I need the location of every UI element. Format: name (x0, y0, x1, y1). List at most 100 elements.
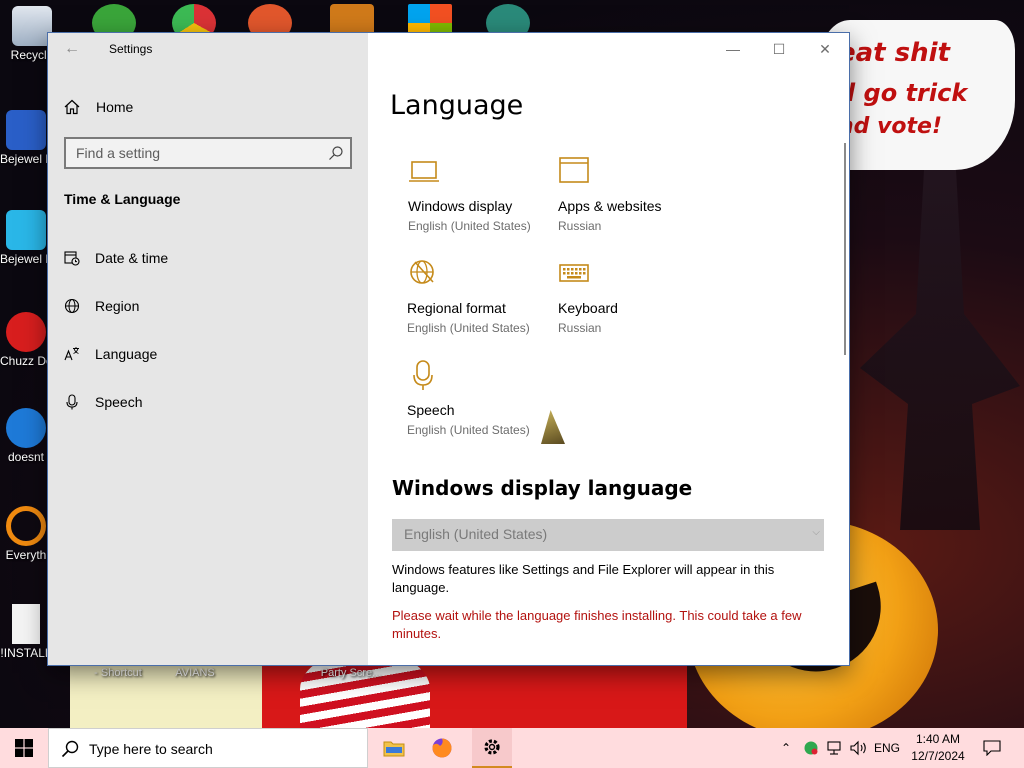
taskbar-file-explorer[interactable] (374, 728, 414, 768)
taskbar-firefox[interactable] (422, 728, 462, 768)
sidebar-item-region[interactable]: Region (64, 294, 139, 318)
desktop-icon-label: Everyth (5, 548, 47, 562)
sidebar-home[interactable]: Home (64, 95, 133, 119)
page-title: Language (390, 90, 524, 121)
dropdown-value: English (United States) (404, 526, 548, 542)
sidebar-item-label: Speech (95, 394, 143, 410)
recycle-bin-icon (12, 6, 52, 46)
taskbar-settings[interactable] (472, 728, 512, 768)
clock-time: 1:40 AM (915, 732, 961, 746)
network-icon (827, 741, 841, 755)
taskbar-search-box[interactable]: Type here to search (48, 728, 368, 768)
desktop-icon-bejeweled-2[interactable]: Bejewel Delux (0, 210, 52, 266)
settings-sidebar: ← Settings Home Time & Language Date & (48, 33, 368, 665)
windows-logo-icon (15, 739, 33, 757)
tile-speech[interactable]: Speech English (United States) (407, 359, 557, 449)
sidebar-item-label: Date & time (95, 250, 169, 266)
tray-app-icon[interactable] (800, 728, 822, 768)
desktop-icon-doesnt[interactable]: doesnt (0, 408, 52, 464)
network-button[interactable] (824, 728, 846, 768)
settings-content: — ☐ ✕ Language Windows display English (… (368, 33, 849, 665)
tile-label: Speech (407, 402, 455, 418)
back-arrow-icon[interactable]: ← (64, 39, 84, 59)
home-icon (64, 99, 80, 115)
microphone-icon (413, 360, 433, 390)
desktop-icon-label: Bejewel Delux (0, 152, 52, 166)
volume-button[interactable] (848, 728, 870, 768)
settings-window: ← Settings Home Time & Language Date & (48, 33, 849, 665)
tile-windows-display[interactable]: Windows display English (United States) (408, 155, 558, 245)
text-file-icon (12, 604, 40, 644)
desktop-label-party-screen[interactable]: Party Scre... (316, 667, 386, 679)
chuzzle-icon (6, 312, 46, 352)
wallpaper-text-line-2: d go trick (838, 79, 968, 107)
gear-icon (484, 739, 500, 755)
minimize-button[interactable]: — (718, 39, 748, 59)
tile-label: Regional format (407, 300, 506, 316)
section-title: Windows display language (392, 476, 693, 500)
tray-shield-icon (804, 741, 818, 755)
display-language-description: Windows features like Settings and File … (392, 562, 775, 595)
firefox-icon (432, 738, 452, 758)
tile-sub: Russian (558, 321, 602, 335)
action-center-button[interactable] (978, 728, 1006, 768)
desktop-label-shortcut[interactable]: - Shortcut (88, 667, 148, 679)
input-language-indicator[interactable]: ENG (872, 728, 902, 768)
desktop-icon-label: Chuzz Delux (0, 354, 52, 368)
taskbar-search-placeholder: Type here to search (89, 741, 213, 757)
install-warning: Please wait while the language finishes … (392, 608, 802, 641)
language-icon (64, 347, 79, 361)
sidebar-item-language[interactable]: Language (64, 342, 157, 366)
tile-sub: English (United States) (407, 321, 530, 335)
laptop-icon (409, 161, 439, 182)
close-button[interactable]: ✕ (810, 39, 840, 59)
tile-label: Windows display (408, 198, 513, 214)
tile-regional-format[interactable]: Regional format English (United States) (407, 257, 557, 347)
desktop-icon-install[interactable]: !INSTALL (0, 604, 52, 660)
desktop-icon-label: Bejewel Delux (0, 252, 52, 266)
display-language-dropdown[interactable]: English (United States) ⌵ (392, 519, 824, 551)
tile-apps-websites[interactable]: Apps & websites Russian (558, 155, 708, 245)
desktop-icon-bejeweled-1[interactable]: Bejewel Delux (0, 110, 52, 166)
microphone-icon (66, 394, 78, 410)
magnifier-icon (6, 506, 46, 546)
sidebar-item-date-time[interactable]: Date & time (64, 246, 168, 270)
sidebar-item-speech[interactable]: Speech (64, 390, 142, 414)
wallpaper-text-line-1: eat shit (838, 38, 950, 68)
show-hidden-icons-button[interactable]: ⌃ (776, 728, 796, 768)
doesnt-icon (6, 408, 46, 448)
browser-window-icon (559, 157, 589, 183)
sidebar-item-label: Language (95, 346, 158, 362)
clock-date: 12/7/2024 (911, 749, 965, 763)
desktop-icon-label: !INSTALL (0, 646, 52, 660)
settings-search-box[interactable] (64, 137, 352, 169)
tile-sub: English (United States) (408, 219, 531, 233)
notification-icon (983, 740, 1001, 756)
wallpaper-tree (860, 170, 1020, 530)
tile-sub: Russian (558, 219, 602, 233)
wallpaper-text-line-3: nd vote! (838, 114, 942, 139)
sidebar-item-label: Region (95, 298, 140, 314)
tile-label: Keyboard (558, 300, 618, 316)
chevron-down-icon: ⌵ (812, 527, 820, 538)
desktop-icon-everything[interactable]: Everyth (0, 506, 52, 562)
sidebar-group-title: Time & Language (64, 191, 181, 207)
settings-search-input[interactable] (66, 139, 322, 167)
window-title: Settings (109, 42, 153, 56)
taskbar-clock[interactable]: 1:40 AM 12/7/2024 (902, 731, 974, 765)
maximize-button[interactable]: ☐ (764, 39, 794, 59)
desktop-icon-chuzzle[interactable]: Chuzz Delux (0, 312, 52, 368)
content-scrollbar[interactable] (844, 143, 846, 355)
chevron-up-icon: ⌃ (780, 741, 792, 755)
globe-icon (64, 298, 80, 314)
calendar-clock-icon (64, 251, 80, 266)
search-icon (61, 740, 79, 758)
tile-sub: English (United States) (407, 423, 530, 437)
tile-keyboard[interactable]: Keyboard Russian (558, 257, 708, 347)
sidebar-home-label: Home (96, 99, 134, 115)
tile-label: Apps & websites (558, 198, 662, 214)
desktop-label-avians[interactable]: AVIANS (165, 667, 225, 679)
speaker-icon (850, 740, 866, 756)
search-icon[interactable] (328, 145, 344, 161)
start-button[interactable] (0, 728, 48, 768)
